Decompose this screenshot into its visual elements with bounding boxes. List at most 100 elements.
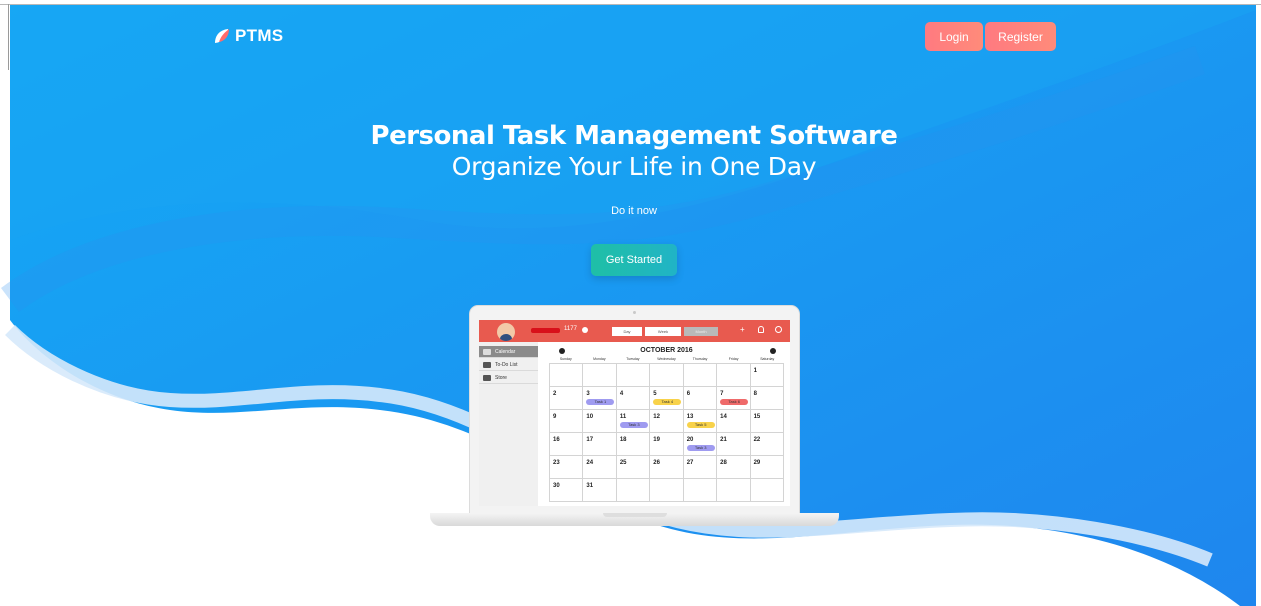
calendar-cell: 12 [650,410,684,433]
calendar-day-number: 28 [720,460,727,466]
app-sidebar: Calendar To-Do List Store [479,342,538,506]
sidebar-item-label: Store [495,374,507,381]
calendar-day-number: 27 [686,460,694,466]
laptop-notch [603,513,667,517]
calendar-day-number: 1 [753,368,757,374]
calendar-day-number: 17 [586,437,594,443]
calendar-cell: 18 [616,433,651,456]
register-button[interactable]: Register [985,22,1056,51]
sidebar-item-store: Store [479,372,538,384]
calendar-cell: 10 [583,410,617,433]
calendar-day-number: 25 [619,460,627,466]
calendar-header: OCTOBER 2016 [549,347,784,356]
calendar-day-number: 7 [720,391,724,397]
calendar-day-number: 30 [553,483,560,489]
hero-subtitle: Organize Your Life in One Day [451,152,817,181]
frame-border-left [8,4,9,70]
coin-count: 1177 [564,326,577,332]
list-icon [483,361,491,368]
calendar-day-number: 18 [619,437,627,443]
calendar-cell: 21 [717,433,751,456]
calendar-cell [683,364,718,387]
brand-logo[interactable]: PTMS [213,26,283,46]
calendar-cell: 24 [583,456,617,479]
app-header: 1177 Day Week Month + [479,320,790,342]
calendar-grid: 1 2 3 Task 1 4 5 Task 4 6 7 Task 6 8 9 10 11 Task 3 12 1… [549,363,784,502]
calendar-day-number: 4 [619,391,624,397]
calendar-cell: 30 [550,479,584,502]
sidebar-item-label: Calendar [495,348,516,355]
coin-icon [582,327,588,333]
login-button[interactable]: Login [925,22,983,51]
calendar-cell [683,479,718,502]
calendar-day-number: 15 [753,414,761,420]
calendar-task: Task 5 [686,422,715,428]
calendar-day-number: 3 [586,391,590,397]
calendar-cell [616,364,651,387]
calendar-day-number: 5 [653,391,657,397]
calendar-day-number: 13 [686,414,694,420]
leaf-icon [215,29,229,43]
calendar-cell: 29 [750,456,784,479]
hero-tagline: Do it now [611,205,657,217]
calendar-day-number: 20 [686,437,694,443]
calendar-day-number: 31 [586,483,594,489]
calendar-cell: 5 Task 4 [650,387,684,410]
calendar-cell: 7 Task 6 [717,387,751,410]
calendar-cell: 6 [683,387,718,410]
calendar-cell: 9 [550,410,584,433]
laptop-camera [633,311,636,314]
calendar-day-number: 26 [653,460,660,466]
calendar-cell [616,479,651,502]
calendar-task: Task 4 [653,399,682,405]
get-started-button[interactable]: Get Started [591,244,677,276]
calendar-cell: 23 [550,456,584,479]
plus-icon: + [740,325,745,334]
calendar-cell: 17 [583,433,617,456]
view-day: Day [612,327,642,336]
calendar-cell: 22 [750,433,784,456]
view-week: Week [645,327,681,336]
hero-title: Personal Task Management Software [370,121,898,151]
calendar-day-number: 10 [586,414,594,420]
calendar-day-number: 21 [720,437,727,443]
view-month: Month [684,327,718,336]
calendar-cell: 25 [616,456,651,479]
calendar-cell: 8 [750,387,784,410]
laptop-preview: 1177 Day Week Month + Calendar To-Do Lis… [469,305,800,514]
calendar-day-number: 23 [553,460,560,466]
calendar-cell [717,479,751,502]
calendar-day-number: 9 [553,414,557,420]
calendar-cell: 19 [650,433,684,456]
calendar-day-number: 2 [553,391,557,397]
calendar-task: Task 1 [586,399,615,405]
calendar-cell [650,364,684,387]
calendar-day-number: 8 [753,391,757,397]
calendar-cell: 20 Task 3 [683,433,718,456]
calendar-task: Task 3 [686,445,715,451]
calendar-cell: 3 Task 1 [583,387,617,410]
calendar-cell: 16 [550,433,584,456]
calendar-day-number: 14 [720,414,727,420]
calendar-cell: 1 [750,364,784,387]
calendar-day-number: 11 [619,414,627,420]
calendar-cell [650,479,684,502]
gear-icon [775,326,782,333]
sidebar-item-label: To-Do List [495,361,518,368]
calendar-cell: 26 [650,456,684,479]
calendar-cell: 4 [616,387,651,410]
calendar-cell [750,479,784,502]
calendar-cell: 13 Task 5 [683,410,718,433]
calendar-cell: 31 [583,479,617,502]
calendar-cell: 14 [717,410,751,433]
avatar [497,323,515,341]
calendar-cell: 2 [550,387,584,410]
calendar-cell [550,364,584,387]
calendar-cell: 27 [683,456,718,479]
calendar-task: Task 6 [720,399,749,405]
brand-name: PTMS [235,26,284,45]
bell-icon [758,326,764,333]
calendar-day-number: 24 [586,460,594,466]
calendar-day-number: 22 [753,437,761,443]
calendar-day-number: 12 [653,414,660,420]
